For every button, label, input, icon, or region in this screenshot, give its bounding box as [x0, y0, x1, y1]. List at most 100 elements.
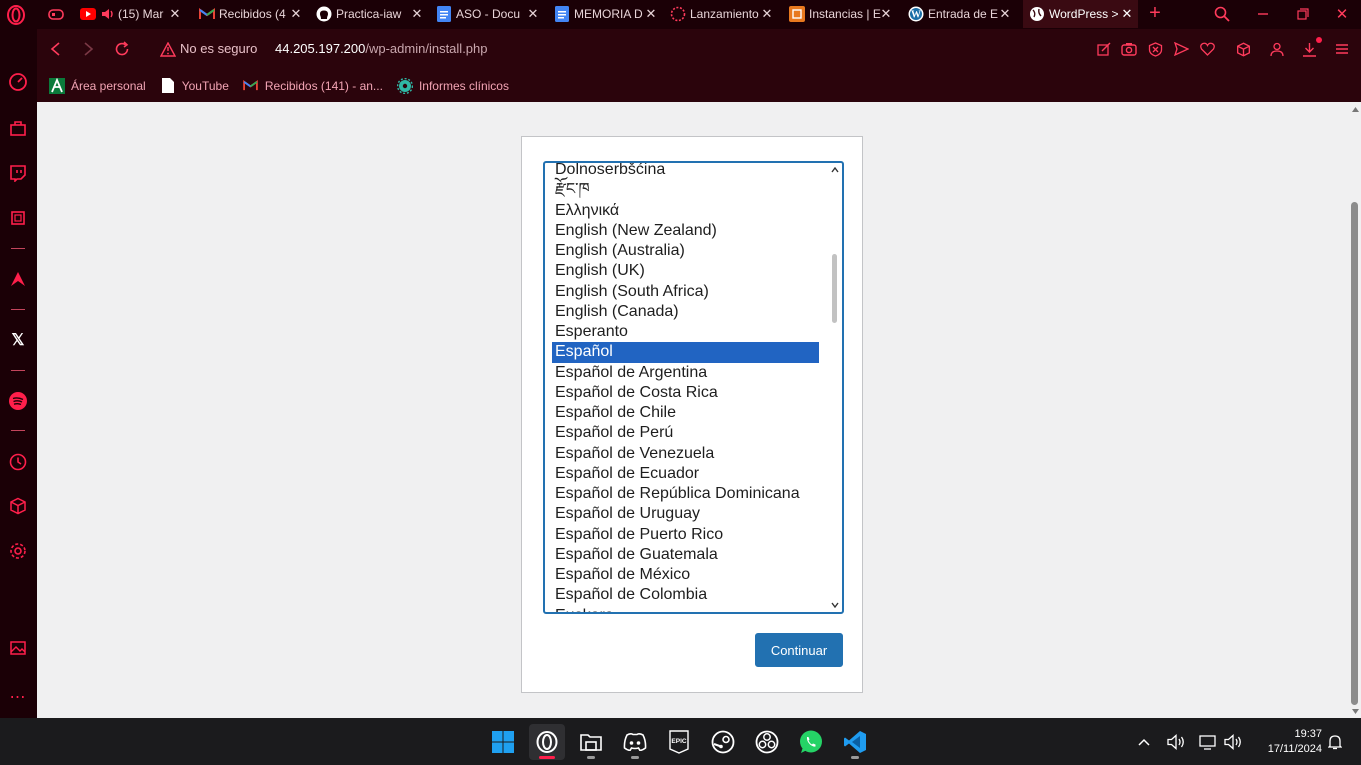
notification-bell-icon[interactable] [1326, 733, 1344, 751]
start-windows-icon[interactable] [485, 724, 521, 760]
close-tab-icon[interactable]: ✕ [168, 7, 182, 21]
bookmark-informes-clinicos[interactable]: Informes clínicos [396, 77, 509, 94]
scroll-down-arrow-icon[interactable] [830, 600, 840, 610]
scroll-down-arrow-icon[interactable] [1351, 708, 1359, 714]
restore-icon[interactable] [1294, 5, 1312, 23]
language-option[interactable]: Español de Costa Rica [545, 383, 820, 403]
opera-logo-icon[interactable] [6, 5, 26, 25]
tab-7[interactable]: Instancias | E ✕ [789, 0, 897, 28]
x-twitter-icon[interactable]: 𝕏 [6, 328, 30, 352]
page-scrollbar[interactable] [1348, 102, 1361, 718]
show-hidden-icons-chevron-icon[interactable] [1137, 735, 1151, 749]
file-explorer-icon[interactable] [573, 724, 609, 760]
language-option[interactable]: Español de México [545, 565, 820, 585]
speaker-icon[interactable] [1223, 733, 1243, 751]
close-tab-icon[interactable]: ✕ [1120, 7, 1134, 21]
language-listbox[interactable]: Dolnoserbšćina རྫོང་ཁ Ελληνικά English (New… [543, 161, 844, 614]
forward-arrow-icon[interactable] [79, 40, 97, 58]
tab-6[interactable]: Lanzamiento ✕ [670, 0, 778, 28]
edit-icon[interactable] [1095, 40, 1113, 58]
reload-icon[interactable] [113, 40, 131, 58]
language-option[interactable]: English (Canada) [545, 302, 820, 322]
new-tab-icon[interactable]: + [1146, 2, 1164, 24]
close-tab-icon[interactable]: ✕ [526, 7, 540, 21]
heart-icon[interactable] [1198, 40, 1216, 58]
system-clock[interactable]: 19:37 17/11/2024 [1252, 727, 1322, 757]
close-tab-icon[interactable]: ✕ [998, 7, 1012, 21]
tab-8[interactable]: W Entrada de E ✕ [908, 0, 1016, 28]
aria-icon[interactable] [6, 267, 30, 291]
language-option[interactable]: རྫོང་ཁ [545, 180, 820, 200]
chip-icon[interactable] [6, 206, 30, 230]
history-clock-icon[interactable] [6, 450, 30, 474]
language-option[interactable]: Español de Chile [545, 403, 820, 423]
more-options-icon[interactable]: ⋯ [6, 685, 30, 709]
language-option[interactable]: Español de Venezuela [545, 444, 820, 464]
language-option[interactable]: English (UK) [545, 261, 820, 281]
bookmark-recibidos[interactable]: Recibidos (141) - an... [243, 78, 383, 94]
language-option[interactable]: Español de Ecuador [545, 464, 820, 484]
cube-icon[interactable] [6, 494, 30, 518]
warning-triangle-icon[interactable] [159, 40, 177, 58]
tab-3[interactable]: Practica-iaw ✕ [316, 0, 428, 28]
language-option[interactable]: Español de Colombia [545, 585, 820, 605]
tab-0[interactable] [44, 0, 84, 28]
language-option[interactable]: Ελληνικά [545, 201, 820, 221]
camera-icon[interactable] [1120, 40, 1138, 58]
download-icon[interactable] [1300, 37, 1322, 58]
tab-5[interactable]: MEMORIA D ✕ [554, 0, 662, 28]
opera-gx-taskbar-icon[interactable] [529, 724, 565, 760]
language-option[interactable]: English (Australia) [545, 241, 820, 261]
epic-games-icon[interactable]: EPIC [661, 724, 697, 760]
discord-icon[interactable] [617, 724, 653, 760]
scroll-up-arrow-icon[interactable] [1351, 106, 1359, 112]
security-label[interactable]: No es seguro [180, 41, 257, 56]
block-icon[interactable] [1146, 40, 1164, 58]
language-option[interactable]: English (South Africa) [545, 282, 820, 302]
close-window-icon[interactable]: ✕ [1333, 5, 1351, 23]
volume-icon[interactable] [1166, 733, 1186, 751]
vscode-icon[interactable] [837, 724, 873, 760]
bookmark-youtube[interactable]: YouTube [160, 78, 229, 94]
bookmark-area-personal[interactable]: Área personal [49, 77, 146, 94]
language-option[interactable]: English (New Zealand) [545, 221, 820, 241]
language-option[interactable]: Euskara [545, 606, 820, 613]
language-option[interactable]: Español de República Dominicana [545, 484, 820, 504]
continue-button[interactable]: Continuar [755, 633, 843, 667]
profile-icon[interactable] [1268, 40, 1286, 58]
language-option-selected[interactable]: Español [552, 342, 819, 363]
search-tabs-icon[interactable] [1213, 5, 1231, 23]
scrollbar-thumb[interactable] [832, 254, 837, 323]
tab-4[interactable]: ASO - Docu ✕ [436, 0, 544, 28]
language-option[interactable]: Dolnoserbšćina [545, 163, 820, 180]
gallery-icon[interactable] [6, 636, 30, 660]
language-option[interactable]: Español de Perú [545, 423, 820, 443]
close-tab-icon[interactable]: ✕ [760, 7, 774, 21]
steam-icon[interactable] [705, 724, 741, 760]
bag-icon[interactable] [6, 116, 30, 140]
spotify-icon[interactable] [6, 389, 30, 413]
settings-gear-icon[interactable] [6, 539, 30, 563]
display-network-icon[interactable] [1198, 733, 1218, 751]
obs-icon[interactable] [749, 724, 785, 760]
send-icon[interactable] [1172, 40, 1190, 58]
close-tab-icon[interactable]: ✕ [410, 7, 424, 21]
whatsapp-icon[interactable] [793, 724, 829, 760]
twitch-icon[interactable] [6, 161, 30, 185]
back-arrow-icon[interactable] [47, 40, 65, 58]
tab-2[interactable]: Recibidos (4 ✕ [199, 0, 307, 28]
url-field[interactable]: 44.205.197.200/wp-admin/install.php [275, 41, 488, 56]
close-tab-icon[interactable]: ✕ [289, 7, 303, 21]
tab-9-active[interactable]: WordPress > ✕ [1023, 0, 1138, 28]
extensions-cube-icon[interactable] [1234, 40, 1252, 58]
language-option[interactable]: Español de Argentina [545, 363, 820, 383]
language-option[interactable]: Español de Guatemala [545, 545, 820, 565]
language-option[interactable]: Español de Uruguay [545, 504, 820, 524]
menu-icon[interactable] [1333, 40, 1351, 58]
audio-playing-icon[interactable] [100, 6, 116, 22]
scroll-up-arrow-icon[interactable] [830, 165, 840, 175]
scrollbar-thumb[interactable] [1351, 202, 1358, 705]
minimize-icon[interactable] [1254, 5, 1272, 23]
listbox-scrollbar[interactable] [828, 163, 842, 612]
speed-dial-icon[interactable] [6, 70, 30, 94]
